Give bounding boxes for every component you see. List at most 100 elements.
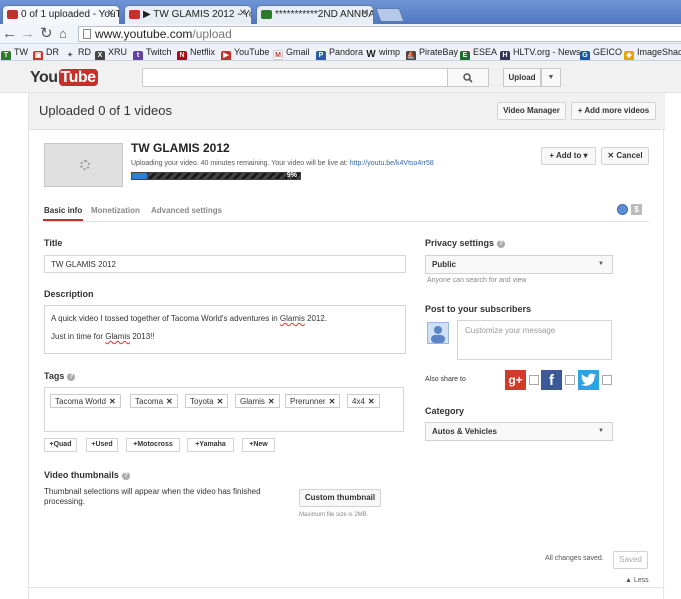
bookmark-imageshack[interactable]: ◆ImageShack: [624, 47, 681, 60]
add-to-button[interactable]: + Add to ▾: [541, 147, 596, 165]
youtube-icon: ▶: [221, 51, 231, 60]
video-live-link[interactable]: http://youtu.be/k4Vtso4rr58: [350, 160, 434, 167]
tab-advanced-settings[interactable]: Advanced settings: [151, 206, 222, 215]
tag-chip[interactable]: Tacoma World ✕: [50, 394, 121, 408]
remove-tag-icon[interactable]: ✕: [329, 397, 336, 406]
upload-button[interactable]: Upload: [503, 68, 541, 87]
cancel-upload-button[interactable]: ✕ Cancel: [601, 147, 649, 165]
title-input[interactable]: TW GLAMIS 2012: [44, 255, 406, 273]
tag-suggestion[interactable]: +Quad: [44, 438, 77, 452]
subscriber-message-input[interactable]: Customize your message: [457, 320, 612, 360]
privacy-label: Privacy settings?: [425, 238, 506, 248]
bookmark-wimp[interactable]: Wwimp: [366, 47, 400, 60]
upload-header-bar: Uploaded 0 of 1 videos Video Manager + A…: [29, 93, 665, 130]
help-icon[interactable]: ?: [67, 373, 76, 381]
remove-tag-icon[interactable]: ✕: [166, 397, 173, 406]
youtube-logo[interactable]: You Tube: [30, 69, 98, 87]
reload-icon[interactable]: ↻: [40, 25, 53, 43]
share-facebook-checkbox[interactable]: [565, 375, 575, 385]
bookmark-gmail[interactable]: M Gmail: [273, 47, 310, 60]
privacy-select[interactable]: Public ▼: [425, 255, 613, 274]
help-icon[interactable]: ?: [497, 240, 506, 248]
page-icon: [83, 29, 91, 39]
tag-suggestion[interactable]: +Yamaha: [187, 438, 234, 452]
tag-chip[interactable]: 4x4 ✕: [347, 394, 380, 408]
bookmark-netflix[interactable]: N Netflix: [177, 47, 215, 60]
remove-tag-icon[interactable]: ✕: [109, 397, 116, 406]
tag-chip[interactable]: Prerunner ✕: [285, 394, 341, 408]
back-arrow-icon[interactable]: ←: [2, 25, 17, 43]
pirate-ship-icon: ⛵: [406, 51, 416, 60]
bookmark-xru[interactable]: X XRU: [95, 47, 127, 60]
tags-input[interactable]: Tacoma World ✕ Tacoma ✕ Toyota ✕ Glamis ✕ Pr…: [44, 387, 404, 432]
remove-tag-icon[interactable]: ✕: [217, 397, 224, 406]
forward-arrow-icon[interactable]: →: [20, 25, 35, 43]
tag-chip[interactable]: Tacoma ✕: [130, 394, 178, 408]
bookmark-piratebay[interactable]: ⛵ PirateBay: [406, 47, 458, 60]
tab-basic-info[interactable]: Basic info: [42, 206, 84, 221]
twitter-icon[interactable]: [578, 370, 599, 390]
search-button[interactable]: [448, 68, 489, 87]
bookmark-dr[interactable]: ▣ DR: [33, 47, 59, 60]
thumbnails-text: Thumbnail selections will appear when th…: [44, 487, 261, 506]
loading-spinner-icon: [80, 160, 90, 170]
description-line-2: Just in time for Glamis 2013!!: [51, 332, 155, 341]
xru-icon: X: [95, 51, 105, 60]
share-google-plus-checkbox[interactable]: [529, 375, 539, 385]
tag-chip[interactable]: Glamis ✕: [235, 394, 280, 408]
tag-chip[interactable]: Toyota ✕: [185, 394, 229, 408]
bookmark-tw[interactable]: T TW: [1, 47, 28, 60]
bookmark-twitch[interactable]: t Twitch: [133, 47, 172, 60]
user-silhouette-icon: [431, 326, 445, 343]
remove-tag-icon[interactable]: ✕: [268, 397, 275, 406]
bookmark-rd[interactable]: ✦ RD: [65, 47, 91, 60]
description-line-1: A quick video I tossed together of Tacom…: [51, 314, 328, 323]
share-twitter-checkbox[interactable]: [602, 375, 612, 385]
bookmark-youtube[interactable]: ▶ YouTube: [221, 47, 269, 60]
bookmark-hltv[interactable]: H HLTV.org - News: [500, 47, 581, 60]
bookmark-geico[interactable]: G GEICO: [580, 47, 622, 60]
imageshack-icon: ◆: [624, 51, 634, 60]
remove-tag-icon[interactable]: ✕: [368, 397, 375, 406]
google-plus-icon[interactable]: g+: [505, 370, 526, 390]
video-manager-button[interactable]: Video Manager: [497, 102, 566, 120]
description-label: Description: [44, 289, 94, 299]
title-label: Title: [44, 238, 63, 248]
help-icon[interactable]: ?: [121, 472, 130, 480]
address-bar[interactable]: www.youtube.com/upload: [78, 26, 681, 42]
wimp-icon: W: [366, 49, 376, 60]
category-select[interactable]: Autos & Vehicles ▼: [425, 422, 613, 441]
youtube-favicon-icon: [7, 10, 18, 19]
search-input[interactable]: [142, 68, 448, 87]
bookmark-pandora[interactable]: P Pandora: [316, 47, 363, 60]
tags-label: Tags?: [44, 371, 76, 381]
less-toggle[interactable]: ▲ Less: [625, 577, 649, 584]
home-icon[interactable]: ⌂: [59, 25, 67, 43]
browser-tab-upload[interactable]: 0 of 1 uploaded - YouTube ✕: [2, 5, 120, 24]
upload-status: Uploading your video. 40 minutes remaini…: [131, 160, 434, 167]
upload-menu-arrow[interactable]: ▼: [541, 68, 561, 87]
footer-divider: [29, 587, 665, 588]
gmail-icon: M: [273, 50, 283, 60]
close-tab-icon[interactable]: ✕: [239, 8, 247, 19]
close-tab-icon[interactable]: ✕: [107, 8, 115, 19]
close-tab-icon[interactable]: ✕: [361, 8, 369, 19]
bookmark-esea[interactable]: E ESEA: [460, 47, 497, 60]
dollar-icon[interactable]: $: [631, 204, 642, 215]
description-textarea[interactable]: A quick video I tossed together of Tacom…: [44, 305, 406, 354]
custom-thumbnail-button[interactable]: Custom thumbnail: [299, 489, 381, 507]
globe-icon[interactable]: [617, 204, 628, 215]
browser-tab-video[interactable]: ▶ TW GLAMIS 2012 - YouTube ✕: [124, 5, 252, 24]
add-more-videos-button[interactable]: + Add more videos: [571, 102, 656, 120]
settings-tabs: Basic info Monetization Advanced setting…: [42, 198, 649, 222]
browser-tab-forum[interactable]: ***********2ND ANNUAL T ✕: [256, 5, 374, 24]
upload-progress-fill: [132, 173, 148, 179]
tag-suggestion[interactable]: +Used: [86, 438, 118, 452]
dr-icon: ▣: [33, 51, 43, 60]
new-tab-button[interactable]: [375, 8, 405, 22]
upload-progress-bar: 9%: [131, 172, 301, 180]
tag-suggestion[interactable]: +New: [242, 438, 275, 452]
facebook-icon[interactable]: f: [541, 370, 562, 390]
tab-monetization[interactable]: Monetization: [91, 206, 140, 215]
tag-suggestion[interactable]: +Motocross: [126, 438, 180, 452]
